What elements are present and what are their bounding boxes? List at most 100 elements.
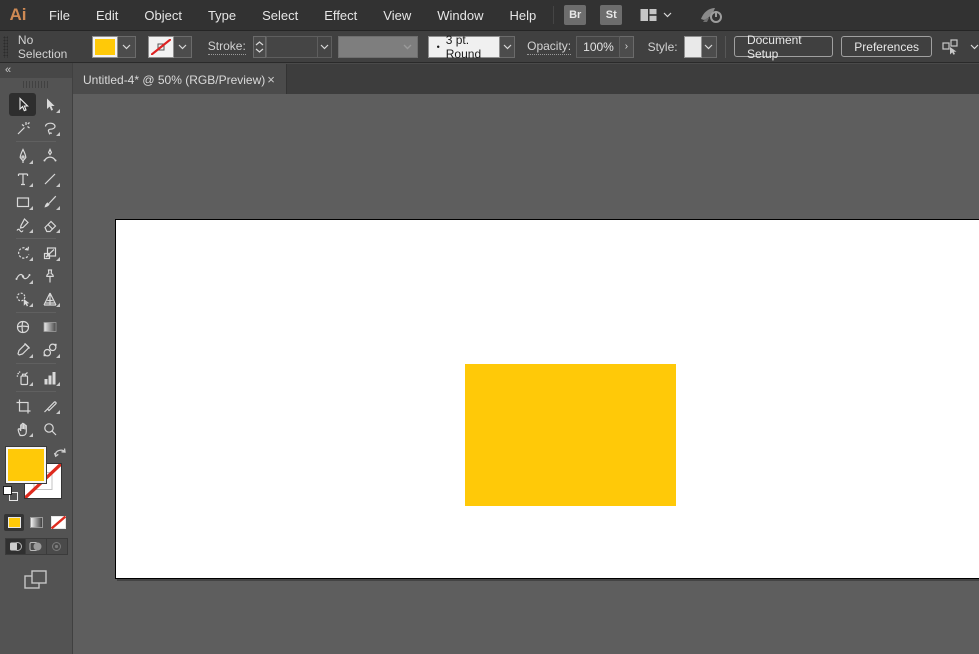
mesh-tool-icon bbox=[15, 319, 31, 335]
fill-color-swatch[interactable] bbox=[92, 36, 118, 58]
yellow-rectangle-object[interactable] bbox=[465, 364, 676, 506]
fill-color-dropdown[interactable] bbox=[118, 36, 136, 58]
controlbar-divider bbox=[725, 36, 726, 58]
draw-normal-button[interactable] bbox=[5, 538, 26, 555]
tool-curvature[interactable] bbox=[36, 144, 63, 167]
stroke-width-stepper[interactable] bbox=[253, 36, 266, 58]
fill-indicator[interactable] bbox=[6, 447, 46, 483]
tool-lasso[interactable] bbox=[36, 116, 63, 139]
tool-perspective-grid[interactable] bbox=[36, 287, 63, 310]
tool-puppet-warp[interactable] bbox=[36, 264, 63, 287]
gpu-performance-button[interactable] bbox=[698, 5, 724, 25]
tool-eraser[interactable] bbox=[36, 213, 63, 236]
tool-width[interactable] bbox=[9, 264, 36, 287]
menu-select[interactable]: Select bbox=[249, 0, 311, 31]
tool-zoom[interactable] bbox=[36, 417, 63, 440]
tools-panel-grip[interactable] bbox=[0, 78, 72, 90]
stroke-color-swatch[interactable] bbox=[148, 36, 174, 58]
tool-artboard[interactable] bbox=[9, 394, 36, 417]
none-button[interactable] bbox=[48, 514, 68, 531]
tool-rectangle[interactable] bbox=[9, 190, 36, 213]
document-tab-bar: Untitled-4* @ 50% (RGB/Preview) × bbox=[73, 63, 979, 94]
tool-selection[interactable] bbox=[9, 93, 36, 116]
rotate-tool-icon bbox=[15, 245, 31, 261]
magic-wand-tool-icon bbox=[15, 120, 31, 136]
color-button[interactable] bbox=[4, 514, 24, 531]
opacity-arrow-button[interactable]: › bbox=[620, 36, 633, 58]
change-screen-mode-button[interactable] bbox=[23, 569, 49, 591]
draw-behind-button[interactable] bbox=[26, 538, 47, 555]
puppet-warp-tool-icon bbox=[42, 268, 58, 284]
swap-fill-stroke-button[interactable] bbox=[53, 446, 67, 459]
tool-direct-selection[interactable] bbox=[36, 93, 63, 116]
menu-edit[interactable]: Edit bbox=[83, 0, 131, 31]
brush-definition-field[interactable]: • 3 pt. Round bbox=[428, 36, 501, 58]
bridge-button[interactable]: Br bbox=[564, 5, 586, 25]
tool-slice[interactable] bbox=[36, 394, 63, 417]
tool-paintbrush[interactable] bbox=[36, 190, 63, 213]
style-swatch[interactable] bbox=[684, 36, 702, 58]
opacity-label[interactable]: Opacity: bbox=[527, 39, 571, 55]
style-label[interactable]: Style: bbox=[648, 40, 678, 54]
opacity-field[interactable]: 100% bbox=[576, 36, 620, 58]
tool-type[interactable] bbox=[9, 167, 36, 190]
gradient-button[interactable] bbox=[26, 514, 46, 531]
tool-hand[interactable] bbox=[9, 417, 36, 440]
tool-blend[interactable] bbox=[36, 338, 63, 361]
selection-status: No Selection bbox=[18, 33, 74, 61]
tool-column-graph[interactable] bbox=[36, 366, 63, 389]
document-setup-button[interactable]: Document Setup bbox=[734, 36, 833, 57]
menu-view[interactable]: View bbox=[370, 0, 424, 31]
workspace-switcher[interactable] bbox=[640, 8, 672, 22]
chevron-down-icon bbox=[970, 44, 979, 50]
tab-close-icon[interactable]: × bbox=[265, 72, 277, 87]
eyedropper-tool-icon bbox=[15, 342, 31, 358]
menu-effect[interactable]: Effect bbox=[311, 0, 370, 31]
brush-definition-dropdown[interactable] bbox=[500, 36, 515, 58]
panel-grip[interactable] bbox=[3, 36, 8, 58]
tool-gradient[interactable] bbox=[36, 315, 63, 338]
tool-shaper[interactable] bbox=[9, 213, 36, 236]
collapse-panel-button[interactable]: « bbox=[5, 65, 11, 76]
illustrator-logo: Ai bbox=[0, 0, 36, 31]
document-tab-title: Untitled-4* @ 50% (RGB/Preview) bbox=[83, 73, 265, 87]
scale-tool-icon bbox=[42, 245, 58, 261]
stroke-width-field[interactable] bbox=[266, 36, 317, 58]
tool-scale[interactable] bbox=[36, 241, 63, 264]
variable-width-profile-dropdown[interactable] bbox=[338, 36, 417, 58]
tool-magic-wand[interactable] bbox=[9, 116, 36, 139]
menu-file[interactable]: File bbox=[36, 0, 83, 31]
default-fill-stroke-button[interactable] bbox=[3, 486, 19, 502]
canvas-area[interactable] bbox=[73, 94, 979, 654]
menu-type[interactable]: Type bbox=[195, 0, 249, 31]
direct-selection-tool-icon bbox=[42, 97, 58, 113]
tool-shape-builder[interactable] bbox=[9, 287, 36, 310]
menu-window[interactable]: Window bbox=[424, 0, 496, 31]
preferences-button[interactable]: Preferences bbox=[841, 36, 932, 57]
tool-eyedropper[interactable] bbox=[9, 338, 36, 361]
select-similar-group[interactable] bbox=[942, 39, 979, 55]
artboard[interactable] bbox=[115, 219, 979, 579]
chevron-down-icon bbox=[403, 44, 412, 50]
shape-builder-tool-icon bbox=[15, 291, 31, 307]
document-tab[interactable]: Untitled-4* @ 50% (RGB/Preview) × bbox=[73, 64, 287, 95]
stroke-width-dropdown[interactable] bbox=[318, 36, 333, 58]
tool-mesh[interactable] bbox=[9, 315, 36, 338]
lasso-tool-icon bbox=[42, 120, 58, 136]
tool-pen[interactable] bbox=[9, 144, 36, 167]
stroke-color-dropdown[interactable] bbox=[174, 36, 192, 58]
style-dropdown[interactable] bbox=[702, 36, 717, 58]
stepper-down-icon bbox=[255, 48, 264, 53]
illustrator-window: Ai File Edit Object Type Select Effect V… bbox=[0, 0, 979, 654]
draw-inside-button[interactable] bbox=[47, 538, 68, 555]
stroke-label[interactable]: Stroke: bbox=[208, 39, 246, 55]
control-bar: No Selection Stroke: bbox=[0, 31, 979, 63]
tool-line-segment[interactable] bbox=[36, 167, 63, 190]
screen-mode-row bbox=[0, 569, 72, 591]
stock-button[interactable]: St bbox=[600, 5, 622, 25]
draw-inside-icon bbox=[50, 541, 63, 552]
tool-symbol-sprayer[interactable] bbox=[9, 366, 36, 389]
menu-help[interactable]: Help bbox=[496, 0, 549, 31]
menu-object[interactable]: Object bbox=[131, 0, 195, 31]
tool-rotate[interactable] bbox=[9, 241, 36, 264]
